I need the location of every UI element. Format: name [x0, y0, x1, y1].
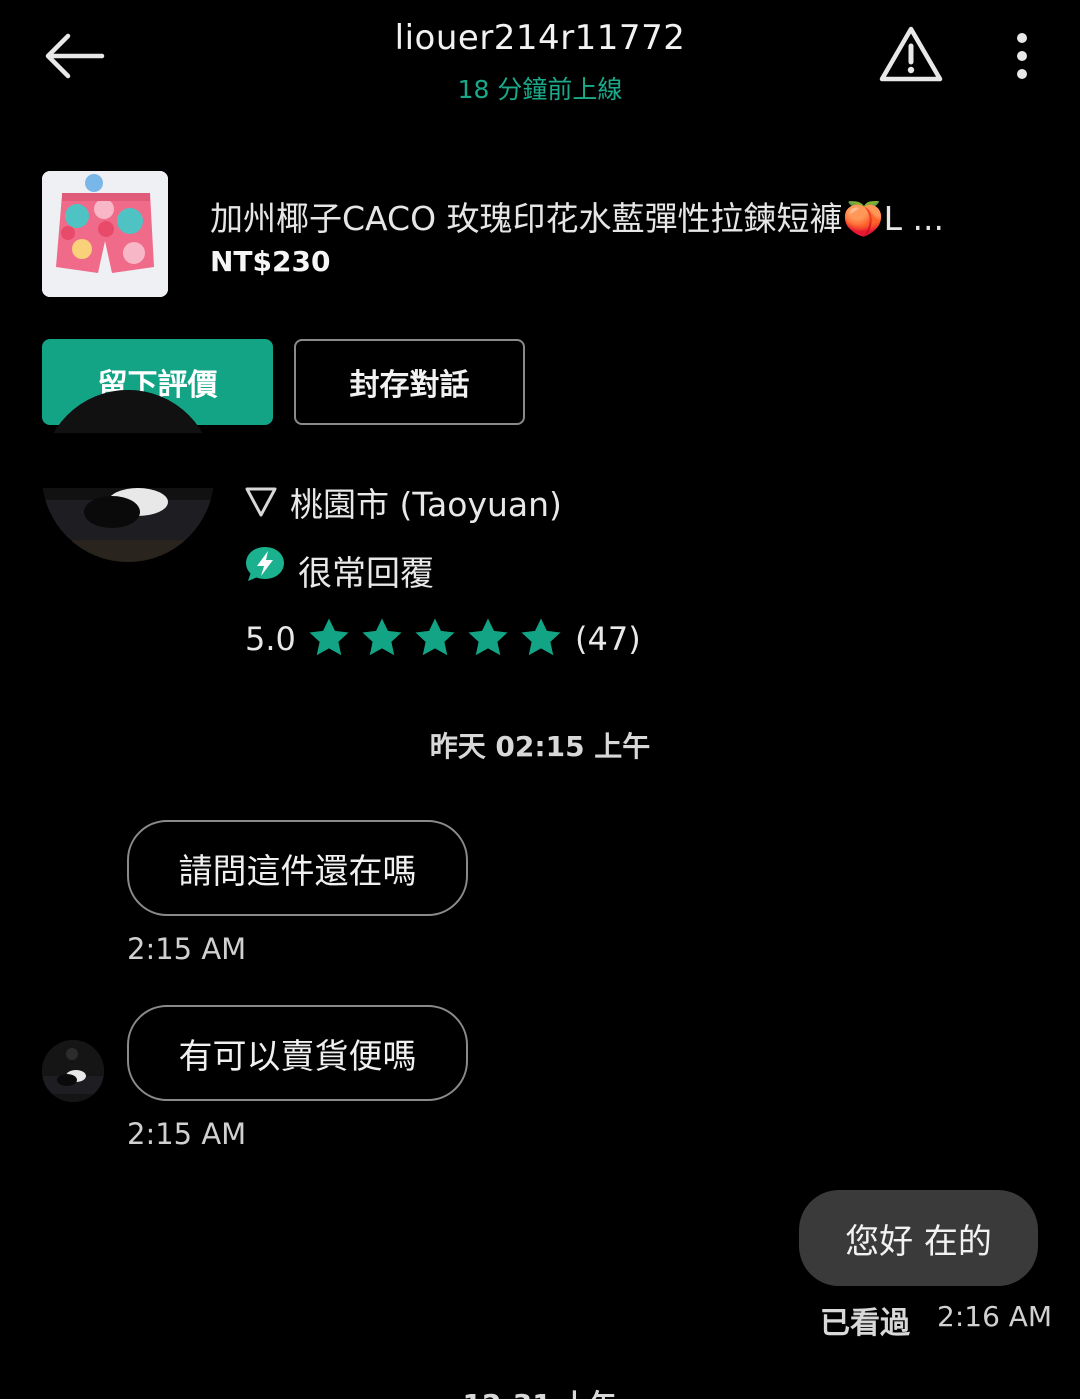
star-icon	[521, 618, 561, 656]
archive-chat-button[interactable]: 封存對話	[294, 339, 525, 425]
message-timestamp: 2:15 AM	[127, 1117, 247, 1151]
response-rate: 很常回覆	[298, 554, 434, 594]
seller-location: 桃園市 (Taoyuan)	[290, 485, 562, 524]
location-icon	[243, 483, 279, 519]
sender-avatar[interactable]	[42, 1040, 104, 1102]
floral-shorts-image	[42, 171, 168, 297]
date-separator: 昨天 02:15 上午	[429, 730, 651, 763]
rating-score: 5.0	[245, 620, 296, 658]
more-vertical-icon	[1017, 33, 1027, 79]
report-button[interactable]	[877, 24, 945, 84]
date-separator: 12:31 上午	[0, 1383, 1080, 1399]
product-title[interactable]: 加州椰子CACO 玫瑰印花水藍彈性拉鍊短褲🍑L ...	[210, 192, 1040, 240]
message-timestamp: 2:15 AM	[127, 932, 247, 966]
product-thumbnail[interactable]	[42, 171, 168, 297]
rating-stars	[306, 615, 564, 665]
message-bubble-incoming[interactable]: 請問這件還在嗎	[127, 820, 468, 916]
star-icon	[415, 618, 455, 656]
message-timestamp: 2:16 AM	[937, 1300, 1053, 1333]
message-bubble-incoming[interactable]: 有可以賣貨便嗎	[127, 1005, 468, 1101]
star-icon	[362, 618, 402, 656]
star-icon	[309, 618, 349, 656]
rating-count: (47)	[575, 620, 641, 658]
product-price: NT$230	[210, 245, 331, 278]
more-options-button[interactable]	[1002, 28, 1042, 84]
cat-photo-image	[42, 1040, 104, 1102]
lightning-bolt-icon	[244, 545, 286, 583]
star-icon	[468, 618, 508, 656]
read-receipt: 已看過	[820, 1306, 910, 1341]
message-bubble-outgoing[interactable]: 您好 在的	[799, 1190, 1038, 1286]
warning-triangle-icon	[879, 26, 943, 82]
